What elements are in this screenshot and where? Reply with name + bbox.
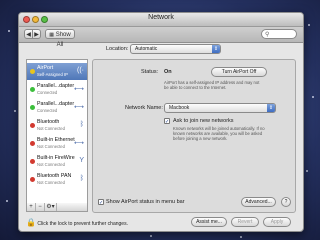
service-status: Self-Assigned IP (37, 72, 68, 77)
service-name: Parallel...dapter (37, 83, 75, 89)
apply-button[interactable]: Apply (263, 217, 291, 227)
revert-button[interactable]: Revert (231, 217, 259, 227)
service-item[interactable]: Parallel...dapter Connected ⟷ (27, 81, 87, 98)
popup-arrows-icon: ⇕ (267, 104, 275, 112)
advanced-button[interactable]: Advanced... (241, 197, 276, 207)
service-item[interactable]: Bluetooth PAN Not Connected ᛒ (27, 171, 87, 188)
forward-button[interactable]: ▶ (32, 29, 41, 39)
service-action-button[interactable]: ⚙▾ (45, 203, 57, 211)
status-dot-icon (30, 69, 35, 74)
service-status: Not Connected (37, 144, 65, 149)
status-dot-icon (30, 159, 35, 164)
ask-to-join-description: Known networks will be joined automatica… (173, 126, 265, 141)
bluetooth-icon: ᛒ (79, 175, 84, 182)
service-list-controls: + − ⚙▾ (26, 203, 88, 212)
show-airport-status-label: Show AirPort status in menu bar (106, 199, 185, 205)
lock-icon[interactable]: 🔒 (26, 218, 36, 227)
status-dot-icon (30, 105, 35, 110)
wifi-icon: ((· (77, 67, 84, 74)
service-item[interactable]: Bluetooth Not Connected ᛒ (27, 117, 87, 134)
network-preferences-window: Network ◀ ▶ ▦ Show All ⚲ Location: Autom… (18, 12, 304, 232)
status-label: Status: (141, 69, 159, 75)
search-field[interactable]: ⚲ (261, 29, 297, 39)
status-description: AirPort has a self-assigned IP address a… (164, 80, 260, 90)
add-service-button[interactable]: + (27, 203, 36, 211)
service-name: Parallel...dapter (37, 101, 75, 107)
bluetooth-icon: ᛒ (79, 121, 84, 128)
window-title: Network (148, 14, 174, 21)
service-detail-pane: Status: On Turn AirPort Off AirPort has … (92, 59, 296, 213)
service-name: Bluetooth (37, 119, 60, 125)
ethernet-icon: ⟷ (73, 86, 84, 93)
remove-service-button[interactable]: − (36, 203, 45, 211)
turn-airport-off-button[interactable]: Turn AirPort Off (211, 67, 267, 77)
search-icon: ⚲ (265, 32, 270, 38)
firewire-icon: Y (79, 157, 84, 164)
help-button[interactable]: ? (281, 197, 291, 207)
service-status: Not Connected (37, 126, 65, 131)
ask-to-join-label: Ask to join new networks (173, 118, 234, 124)
status-dot-icon (30, 123, 35, 128)
service-item[interactable]: Built-in FireWire Not Connected Y (27, 153, 87, 170)
show-airport-status-checkbox[interactable]: ✓ (98, 199, 104, 206)
status-value: On (164, 69, 172, 75)
service-item[interactable]: AirPort Self-Assigned IP ((· (27, 63, 87, 80)
ask-to-join-checkbox[interactable]: ✓ (164, 118, 170, 125)
service-item[interactable]: Parallel...dapter Connected ⟷ (27, 99, 87, 116)
ethernet-icon: ⟷ (73, 140, 84, 147)
show-all-button[interactable]: ▦ Show All (45, 29, 75, 48)
service-status: Not Connected (37, 162, 65, 167)
status-dot-icon (30, 87, 35, 92)
service-item[interactable]: Built-in Ethernet Not Connected ⟷ (27, 135, 87, 152)
location-popup[interactable]: Automatic ⇕ (130, 44, 221, 54)
service-status: Connected (37, 90, 58, 95)
location-label: Location: (106, 46, 129, 52)
toolbar: ◀ ▶ ▦ Show All ⚲ (19, 27, 303, 48)
service-status: Not Connected (37, 180, 65, 185)
service-status: Connected (37, 108, 58, 113)
service-list[interactable]: AirPort Self-Assigned IP ((· Parallel...dap… (26, 59, 88, 204)
grid-icon: ▦ (49, 32, 55, 38)
preferences-body: Location: Automatic ⇕ AirPort Self-Assign… (19, 42, 303, 231)
ethernet-icon: ⟷ (73, 104, 84, 111)
service-name: Built-in Ethernet (37, 137, 75, 143)
service-name: AirPort (37, 65, 54, 71)
lock-text: Click the lock to prevent further change… (37, 221, 128, 227)
service-name: Bluetooth PAN (37, 173, 72, 179)
title-bar: Network (19, 13, 303, 27)
status-dot-icon (30, 177, 35, 182)
lock-row: 🔒 Click the lock to prevent further chan… (26, 218, 128, 227)
assist-me-button[interactable]: Assist me... (191, 217, 227, 227)
network-name-label: Network Name: (125, 105, 163, 111)
service-name: Built-in FireWire (37, 155, 75, 161)
popup-arrows-icon: ⇕ (212, 45, 220, 53)
status-dot-icon (30, 141, 35, 146)
network-name-popup[interactable]: Macbook ⇕ (164, 103, 276, 113)
